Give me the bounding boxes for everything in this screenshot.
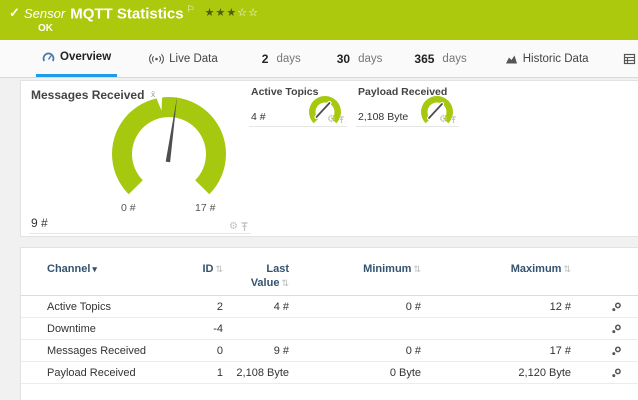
tab-label: Historic Data	[523, 53, 589, 65]
channel-name[interactable]: Messages Received	[21, 345, 187, 357]
column-header-id[interactable]: ID⇅	[187, 263, 223, 275]
tab-bar: Overview Live Data 2 days 30 days 365 da…	[0, 40, 638, 78]
gauge-scale-max: 17 #	[195, 202, 215, 214]
priority-stars-empty[interactable]: ☆☆	[237, 7, 259, 19]
flag-icon[interactable]: ⚐	[187, 4, 195, 14]
column-header-maximum[interactable]: Maximum⇅	[421, 263, 571, 275]
channel-maximum: 12 #	[421, 301, 571, 313]
gauge-pin-icon[interactable]	[240, 222, 249, 232]
tab-overview[interactable]: Overview	[36, 40, 117, 77]
tab-number: 365	[414, 52, 434, 66]
channels-table-panel: Channel▾ ID⇅ LastValue⇅ Minimum⇅ Maximum…	[20, 247, 638, 400]
channel-maximum: 17 #	[421, 345, 571, 357]
tab-word: days	[442, 53, 466, 65]
column-header-minimum[interactable]: Minimum⇅	[289, 263, 421, 275]
gauge-gear-icon[interactable]: ⚙	[327, 115, 336, 125]
object-kind-label: Sensor	[24, 6, 65, 21]
tab-live-data[interactable]: Live Data	[143, 40, 224, 77]
priority-stars-filled[interactable]: ★★★	[205, 7, 238, 19]
sort-icon: ⇅	[281, 278, 289, 288]
gauge-gear-icon[interactable]: ⚙	[439, 115, 448, 125]
gauge-payload-received: Payload Received 2,108 Byte ⚙	[356, 86, 459, 127]
channel-maximum: 2,120 Byte	[421, 367, 571, 379]
tab-365-days[interactable]: 365 days	[408, 40, 472, 77]
channel-name[interactable]: Active Topics	[21, 301, 187, 313]
tab-historic-data[interactable]: Historic Data	[499, 40, 595, 77]
table-row-active-topics[interactable]: Active Topics 2 4 # 0 # 12 #	[21, 296, 638, 318]
channel-last-value: 4 #	[223, 301, 289, 313]
tab-2-days[interactable]: 2 days	[256, 40, 307, 77]
column-header-last-value[interactable]: LastValue⇅	[223, 263, 289, 291]
tab-label: Overview	[60, 51, 111, 63]
channel-name[interactable]: Payload Received	[21, 367, 187, 379]
sensor-header: ✓ Sensor MQTT Statistics ⚐ ★★★☆☆ OK	[0, 0, 638, 40]
gauge-current-value: 4 #	[251, 111, 266, 123]
sort-desc-icon: ▾	[92, 264, 97, 274]
gauge-current-value: 2,108 Byte	[358, 111, 408, 123]
tab-number: 2	[262, 52, 269, 66]
gauge-messages-received: Messages Received x̄ 0 # 17 # 9 # ⚙	[29, 86, 251, 234]
channel-settings-icon[interactable]	[610, 301, 622, 313]
page-title: MQTT Statistics	[70, 5, 183, 22]
tab-30-days[interactable]: 30 days	[331, 40, 389, 77]
sort-icon: ⇅	[215, 264, 223, 274]
gauge-current-value: 9 #	[31, 216, 48, 230]
status-ok-check-icon: ✓	[9, 5, 20, 21]
active-topics-gauge-dial	[305, 91, 345, 131]
channel-settings-icon[interactable]	[610, 367, 622, 379]
channel-minimum: 0 #	[289, 345, 421, 357]
log-list-icon	[623, 53, 636, 65]
channel-id: 2	[187, 301, 223, 313]
channel-minimum: 0 #	[289, 301, 421, 313]
tab-word: days	[358, 53, 382, 65]
tab-label: Live Data	[169, 53, 218, 65]
tab-number: 30	[337, 52, 350, 66]
gauge-icon	[42, 51, 55, 64]
sensor-overview-page: ✓ Sensor MQTT Statistics ⚐ ★★★☆☆ OK Overvie…	[0, 0, 638, 400]
channel-name[interactable]: Downtime	[21, 323, 187, 335]
gauge-gear-icon[interactable]: ⚙	[229, 222, 238, 232]
channel-settings-icon[interactable]	[610, 345, 622, 357]
sort-icon: ⇅	[413, 264, 421, 274]
table-row-messages-received[interactable]: Messages Received 0 9 # 0 # 17 #	[21, 340, 638, 362]
channel-settings-icon[interactable]	[610, 323, 622, 335]
messages-gauge-dial: x̄	[94, 88, 244, 220]
channels-table: Channel▾ ID⇅ LastValue⇅ Minimum⇅ Maximum…	[21, 248, 638, 384]
gauge-pin-icon[interactable]	[450, 116, 457, 124]
chart-icon	[505, 53, 518, 65]
sort-icon: ⇅	[563, 264, 571, 274]
gauge-active-topics: Active Topics 4 # ⚙	[249, 86, 347, 127]
gauge-scale-min: 0 #	[121, 202, 136, 214]
live-signal-icon	[149, 53, 164, 65]
table-row-payload-received[interactable]: Payload Received 1 2,108 Byte 0 Byte 2,1…	[21, 362, 638, 384]
gauge-pin-icon[interactable]	[338, 116, 345, 124]
channel-last-value: 9 #	[223, 345, 289, 357]
payload-gauge-dial	[417, 91, 457, 131]
status-badge: OK	[38, 23, 53, 34]
channel-last-value: 2,108 Byte	[223, 367, 289, 379]
channel-id: 0	[187, 345, 223, 357]
table-row-downtime[interactable]: Downtime -4	[21, 318, 638, 340]
column-header-channel[interactable]: Channel▾	[21, 263, 187, 275]
gauges-panel: Messages Received x̄ 0 # 17 # 9 # ⚙ Ac	[20, 80, 638, 237]
tab-log[interactable]: Log	[617, 40, 638, 77]
channel-id: 1	[187, 367, 223, 379]
channel-minimum: 0 Byte	[289, 367, 421, 379]
table-header-row: Channel▾ ID⇅ LastValue⇅ Minimum⇅ Maximum…	[21, 248, 638, 296]
tab-word: days	[276, 53, 300, 65]
channel-id: -4	[187, 323, 223, 335]
